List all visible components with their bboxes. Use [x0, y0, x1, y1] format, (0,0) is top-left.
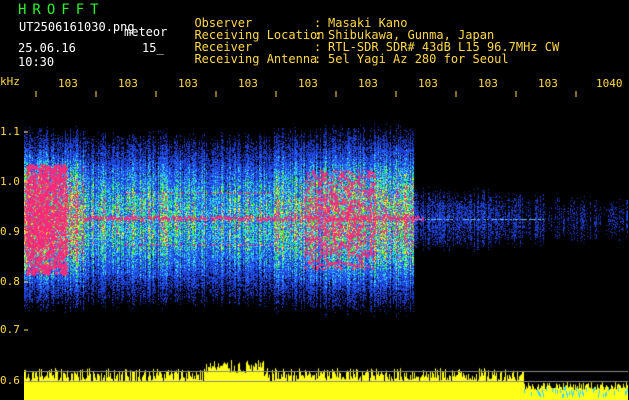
timestamp: 25.06.16 10:30 — [18, 41, 76, 69]
y-tick: 0.9 — [0, 225, 20, 238]
x-tick: 103 — [238, 77, 258, 90]
x-tick: 103 — [58, 77, 78, 90]
antenna-row: Receiving Antenna:5el Yagi Az 280 for Se… — [180, 41, 610, 65]
x-tick: 103 — [538, 77, 558, 90]
antenna-label: Receiving Antenna — [194, 52, 318, 66]
spectrogram-image — [24, 91, 628, 400]
app-title: HROFFT — [18, 2, 105, 18]
x-tick: 103 — [298, 77, 318, 90]
x-tick: 103 — [418, 77, 438, 90]
x-tick: 103 — [118, 77, 138, 90]
x-tick: 1040 — [596, 77, 623, 90]
y-tick: 0.6 — [0, 374, 20, 387]
antenna-value: 5el Yagi Az 280 for Seoul — [328, 52, 509, 66]
x-tick: 103 — [358, 77, 378, 90]
y-axis-unit: kHz — [0, 75, 20, 88]
x-tick: 103 — [478, 77, 498, 90]
minute-label: 15_ — [142, 41, 164, 55]
y-tick: 0.7 — [0, 323, 20, 336]
y-tick: 1.1 — [0, 125, 20, 138]
antenna-colon: : — [314, 52, 322, 66]
x-tick: 103 — [178, 77, 198, 90]
y-tick: 0.8 — [0, 275, 20, 288]
mode-label: meteor — [124, 25, 168, 39]
y-tick: 1.0 — [0, 175, 20, 188]
